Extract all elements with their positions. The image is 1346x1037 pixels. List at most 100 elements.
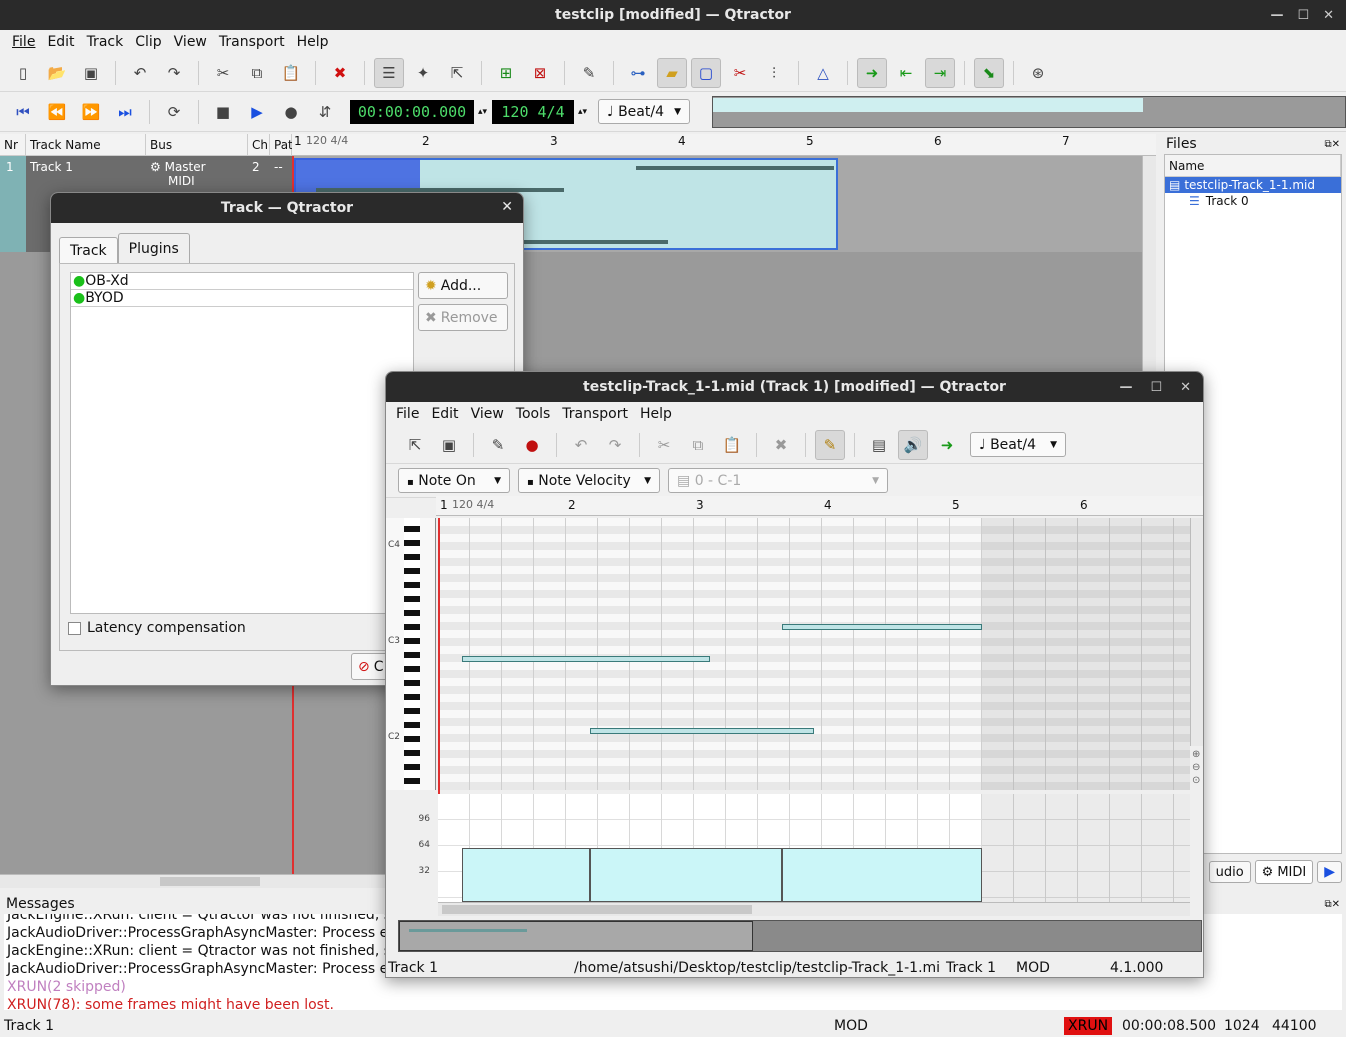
follow-icon[interactable]: ➜ (857, 57, 887, 88)
mixer-icon[interactable]: ⫶ (759, 58, 789, 88)
menu-help[interactable]: Help (291, 34, 335, 50)
messages-dock-icon[interactable]: ⧉✕ (1324, 899, 1340, 910)
velocity-bar[interactable] (590, 848, 782, 902)
note-event[interactable] (782, 624, 982, 630)
tab-audio[interactable]: udio (1208, 861, 1251, 883)
add-track-icon[interactable]: ✦ (408, 58, 438, 88)
file-child-item[interactable]: ☰ Track 0 (1165, 193, 1341, 209)
copy-icon[interactable]: ⧉ (242, 58, 272, 88)
files-icon[interactable]: ▰ (657, 57, 687, 88)
timeline-ruler[interactable]: 120 4/4 1 2 3 4 5 6 7 (292, 134, 1156, 156)
menu-edit[interactable]: Edit (41, 34, 80, 50)
time-display[interactable]: 00:00:00.000 (350, 99, 474, 124)
editor-redo-icon[interactable]: ↷ (600, 430, 630, 460)
stop-icon[interactable]: ■ (208, 97, 238, 127)
editor-ruler[interactable]: 1 120 4/4 2 3 4 5 6 (436, 496, 1203, 516)
tab-track[interactable]: Track (59, 237, 118, 263)
new-file-icon[interactable]: ▯ (8, 58, 38, 88)
plugin-item[interactable]: ●BYOD (71, 290, 413, 307)
editor-follow-icon[interactable]: ➜ (932, 430, 962, 460)
editor-draw-icon[interactable]: ✎ (815, 429, 845, 460)
cut-icon[interactable]: ✂ (208, 58, 238, 88)
track-list-hscroll[interactable] (0, 874, 292, 888)
delete-icon[interactable]: ✖ (325, 58, 355, 88)
metronome-icon[interactable]: △ (808, 58, 838, 88)
editor-thumb-view[interactable] (398, 920, 1202, 952)
tempo-display[interactable]: 120 4/4 (492, 99, 574, 124)
remove-track-icon[interactable]: ⊠ (525, 58, 555, 88)
dialog-close-icon[interactable]: ✕ (501, 199, 513, 215)
menu-clip[interactable]: Clip (129, 34, 167, 50)
editor-menu-transport[interactable]: Transport (556, 406, 634, 422)
tempo-spin-icon[interactable]: ▴▾ (578, 107, 588, 117)
menu-view[interactable]: View (168, 34, 213, 50)
value-type-combo[interactable]: ▪ Note Velocity ▼ (518, 468, 660, 493)
editor-props-icon[interactable]: ⇱ (400, 430, 430, 460)
velocity-bar[interactable] (462, 848, 590, 902)
editor-undo-icon[interactable]: ↶ (566, 430, 596, 460)
editor-menu-edit[interactable]: Edit (425, 406, 464, 422)
editor-close-icon[interactable]: ✕ (1180, 380, 1191, 395)
editor-maximize-icon[interactable]: ☐ (1150, 380, 1162, 395)
editor-menu-tools[interactable]: Tools (510, 406, 557, 422)
save-icon[interactable]: ▣ (76, 58, 106, 88)
loop-start-icon[interactable]: ⇤ (891, 58, 921, 88)
dock-close-icon[interactable]: ⧉✕ (1324, 139, 1340, 150)
tab-plugins[interactable]: Plugins (117, 233, 190, 263)
close-icon[interactable]: ✕ (1323, 8, 1334, 23)
backward-icon[interactable]: ⏮ (8, 97, 38, 127)
auto-icon[interactable]: ⬊ (974, 57, 1004, 88)
file-item[interactable]: ▤ testclip-Track_1-1.mid (1165, 177, 1341, 193)
editor-minimize-icon[interactable]: — (1119, 380, 1132, 395)
col-bus[interactable]: Bus (146, 134, 248, 156)
menu-file[interactable]: File (6, 34, 41, 50)
loop-end-icon[interactable]: ⇥ (925, 57, 955, 88)
editor-menu-view[interactable]: View (465, 406, 510, 422)
plugin-list[interactable]: ●OB-Xd ●BYOD (70, 272, 414, 614)
piano-keyboard[interactable]: C4 C3 C2 (386, 518, 436, 790)
time-spin-icon[interactable]: ▴▾ (478, 107, 488, 117)
rewind-icon[interactable]: ⏪ (42, 97, 72, 127)
editor-menu-file[interactable]: File (390, 406, 425, 422)
forward-icon[interactable]: ⏭ (110, 97, 140, 127)
editor-record-icon[interactable]: ● (517, 430, 547, 460)
undo-icon[interactable]: ↶ (125, 58, 155, 88)
col-nr[interactable]: Nr (0, 134, 26, 156)
note-event[interactable] (590, 728, 814, 734)
col-track-name[interactable]: Track Name (26, 134, 146, 156)
editor-copy-icon[interactable]: ⧉ (683, 430, 713, 460)
record-icon[interactable]: ● (276, 97, 306, 127)
editor-paste-icon[interactable]: 📋 (717, 430, 747, 460)
note-name-combo[interactable]: ▤ 0 - C-1 ▼ (668, 468, 888, 493)
loop-icon[interactable]: ⟳ (159, 97, 189, 127)
plugin-item[interactable]: ●OB-Xd (71, 273, 413, 290)
punch-icon[interactable]: ⇵ (310, 97, 340, 127)
minimize-icon[interactable]: — (1270, 8, 1283, 23)
col-ch[interactable]: Ch (248, 134, 270, 156)
editor-edit-icon[interactable]: ✎ (483, 430, 513, 460)
track-props-icon[interactable]: ⇱ (442, 58, 472, 88)
maximize-icon[interactable]: ☐ (1297, 8, 1309, 23)
editor-delete-icon[interactable]: ✖ (766, 430, 796, 460)
col-pat[interactable]: Pat (270, 134, 293, 156)
menu-transport[interactable]: Transport (213, 34, 291, 50)
note-event[interactable] (462, 656, 710, 662)
files-col-name[interactable]: Name (1165, 155, 1341, 177)
edit-icon[interactable]: ✎ (574, 58, 604, 88)
open-folder-icon[interactable]: 📂 (42, 58, 72, 88)
tab-midi[interactable]: ⚙ MIDI (1254, 860, 1314, 884)
velocity-lane[interactable] (438, 794, 1190, 902)
editor-speaker-icon[interactable]: 🔊 (898, 429, 928, 460)
editor-vscroll[interactable] (1190, 518, 1203, 746)
fast-forward-icon[interactable]: ⏩ (76, 97, 106, 127)
tree-icon[interactable]: ⊶ (623, 58, 653, 88)
panic-icon[interactable]: ⊛ (1023, 58, 1053, 88)
play-icon[interactable]: ▶ (242, 97, 272, 127)
menu-track[interactable]: Track (81, 34, 130, 50)
select-icon[interactable]: ▢ (691, 57, 721, 88)
editor-cut-icon[interactable]: ✂ (649, 430, 679, 460)
redo-icon[interactable]: ↷ (159, 58, 189, 88)
track-menu-icon[interactable]: ☰ (374, 57, 404, 88)
editor-save-icon[interactable]: ▣ (434, 430, 464, 460)
import-icon[interactable]: ⊞ (491, 58, 521, 88)
